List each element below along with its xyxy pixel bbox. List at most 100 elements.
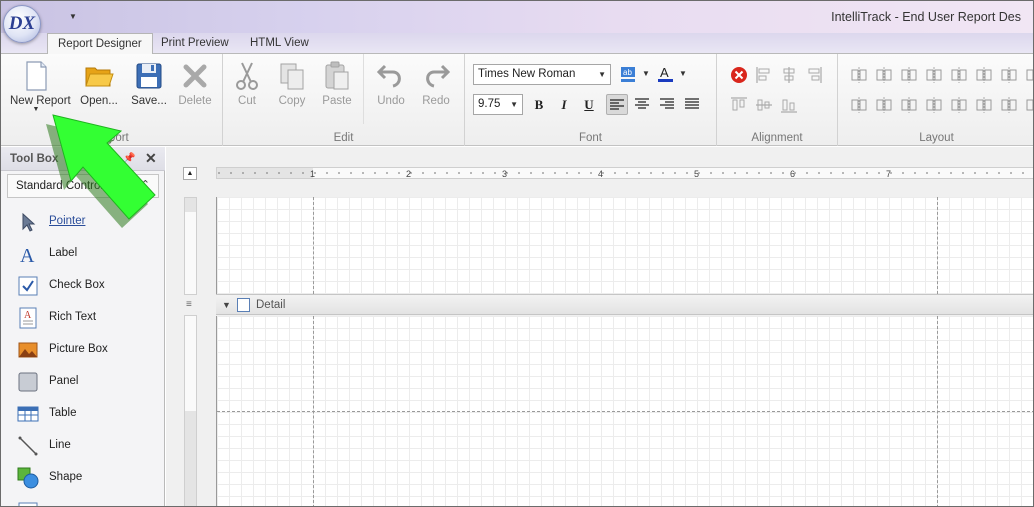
font-name-combo[interactable]: Times New Roman ▼ [473,64,611,85]
align-middles-button[interactable] [755,96,775,116]
center-horizontally-button[interactable] [950,96,970,116]
align-to-grid-button[interactable] [730,66,750,86]
tool-item-partial[interactable] [17,497,157,506]
font-group: Times New Roman ▼ ab ▼ A ▼ 9.75 ▼ B I U … [465,54,717,146]
tool-item-picture-box[interactable]: Picture Box [17,337,157,363]
align-center-button[interactable] [631,94,653,115]
size-to-grid-button[interactable] [875,66,895,86]
left-margin-line [313,197,314,294]
picture-box-icon [18,342,38,358]
highlight-color-button[interactable]: ab [620,65,640,85]
make-same-height-button[interactable] [925,66,945,86]
vert-spacing-remove-icon [926,97,942,113]
justify-button[interactable] [681,94,703,115]
vert-spacing-decrease-icon [901,97,917,113]
align-tops-button[interactable] [730,96,750,116]
detail-band-label: Detail [256,299,286,311]
vert-spacing-decrease-button[interactable] [900,96,920,116]
band-resize-grip-icon[interactable]: ≡ [186,299,192,310]
app-logo-button[interactable]: DX [3,5,41,43]
quick-access-dropdown-icon[interactable]: ▼ [69,12,77,21]
tool-item-shape[interactable]: Shape [17,465,157,491]
delete-button[interactable]: Delete [169,58,221,120]
align-rights-icon [808,67,822,83]
align-middles-icon [756,99,772,111]
clipboard-icon [325,61,349,90]
scissors-icon [236,62,258,90]
paste-button[interactable]: Paste [311,58,363,120]
font-color-dropdown-icon[interactable]: ▼ [679,69,687,78]
tool-item-rich-text[interactable]: A Rich Text [17,305,157,331]
partial-tool-icon [18,502,38,506]
font-color-icon-text: A [660,65,669,80]
top-margin-band[interactable] [216,197,1033,294]
horiz-spacing-decrease-icon [1026,69,1033,81]
vert-spacing-increase-button[interactable] [875,96,895,116]
tab-html-view[interactable]: HTML View [240,33,319,54]
align-rights-button[interactable] [805,66,825,86]
tool-item-check-box[interactable]: Check Box [17,273,157,299]
align-left-icon [610,99,624,110]
send-to-back-button[interactable] [1025,96,1033,116]
redo-button[interactable]: Redo [410,58,462,120]
bring-to-front-button[interactable] [1000,96,1020,116]
ruler-ticks: 1 2 3 4 5 6 7 [218,169,1024,178]
horiz-spacing-decrease-button[interactable] [1025,66,1033,86]
edit-group: Cut Copy Paste Undo Redo Edit [223,54,465,146]
ribbon-tabs: Report Designer Print Preview HTML View [1,33,1033,55]
delete-x-icon [183,64,207,88]
tab-report-designer[interactable]: Report Designer [47,33,153,55]
make-same-width-button[interactable] [900,66,920,86]
horiz-spacing-equal-button[interactable] [975,66,995,86]
tool-item-line[interactable]: Line [17,433,157,459]
tool-item-panel[interactable]: Panel [17,369,157,395]
align-right-button[interactable] [656,94,678,115]
make-same-height-icon [926,67,942,83]
highlight-dropdown-icon[interactable]: ▼ [642,69,650,78]
horizontal-ruler: 1 2 3 4 5 6 7 [216,167,1033,179]
align-lefts-button[interactable] [755,66,775,86]
bold-button[interactable]: B [528,94,550,115]
font-size-combo[interactable]: 9.75 ▼ [473,94,523,115]
vert-spacing-equal-button[interactable] [850,96,870,116]
ruler-number: 3 [502,169,507,178]
app-window: ▼ IntelliTrack - End User Report Des DX … [0,0,1034,507]
tab-print-preview[interactable]: Print Preview [151,33,239,54]
center-vertically-button[interactable] [975,96,995,116]
vert-spacing-increase-icon [876,97,892,113]
font-name-dropdown-icon[interactable]: ▼ [598,65,606,84]
italic-button[interactable]: I [553,94,575,115]
collapse-triangle-icon[interactable]: ▼ [222,300,231,310]
right-margin-line [937,197,938,294]
folder-open-icon [85,67,114,87]
horiz-spacing-equal-icon [976,67,992,83]
vertical-ruler-top [184,197,197,295]
font-size-dropdown-icon[interactable]: ▼ [510,95,518,114]
detail-band-header[interactable]: ▼ Detail [216,294,1033,315]
new-document-icon [26,61,47,91]
tool-item-table[interactable]: Table [17,401,157,427]
align-centers-button[interactable] [780,66,800,86]
align-to-grid-icon [731,67,747,83]
make-same-size-button[interactable] [950,66,970,86]
align-bottoms-icon [781,99,797,113]
font-name-value: Times New Roman [478,68,576,80]
ruler-corner-button[interactable]: ▲ [183,167,197,180]
redo-label: Redo [422,95,450,107]
tool-item-label: Table [49,407,77,419]
align-left-button[interactable] [606,94,628,115]
delete-label: Delete [178,95,212,107]
tool-item-label: Check Box [49,279,105,291]
font-color-button[interactable]: A [657,65,677,85]
align-grid-button[interactable] [850,66,870,86]
line-icon [18,436,38,456]
tool-item-label: Picture Box [49,343,108,355]
align-bottoms-button[interactable] [780,96,800,116]
ruler-number: 5 [694,169,699,178]
edit-group-title: Edit [333,132,354,144]
underline-button[interactable]: U [578,94,600,115]
horiz-spacing-increase-button[interactable] [1000,66,1020,86]
table-icon [17,406,39,422]
vertical-ruler-live-top [185,212,196,294]
vert-spacing-remove-button[interactable] [925,96,945,116]
